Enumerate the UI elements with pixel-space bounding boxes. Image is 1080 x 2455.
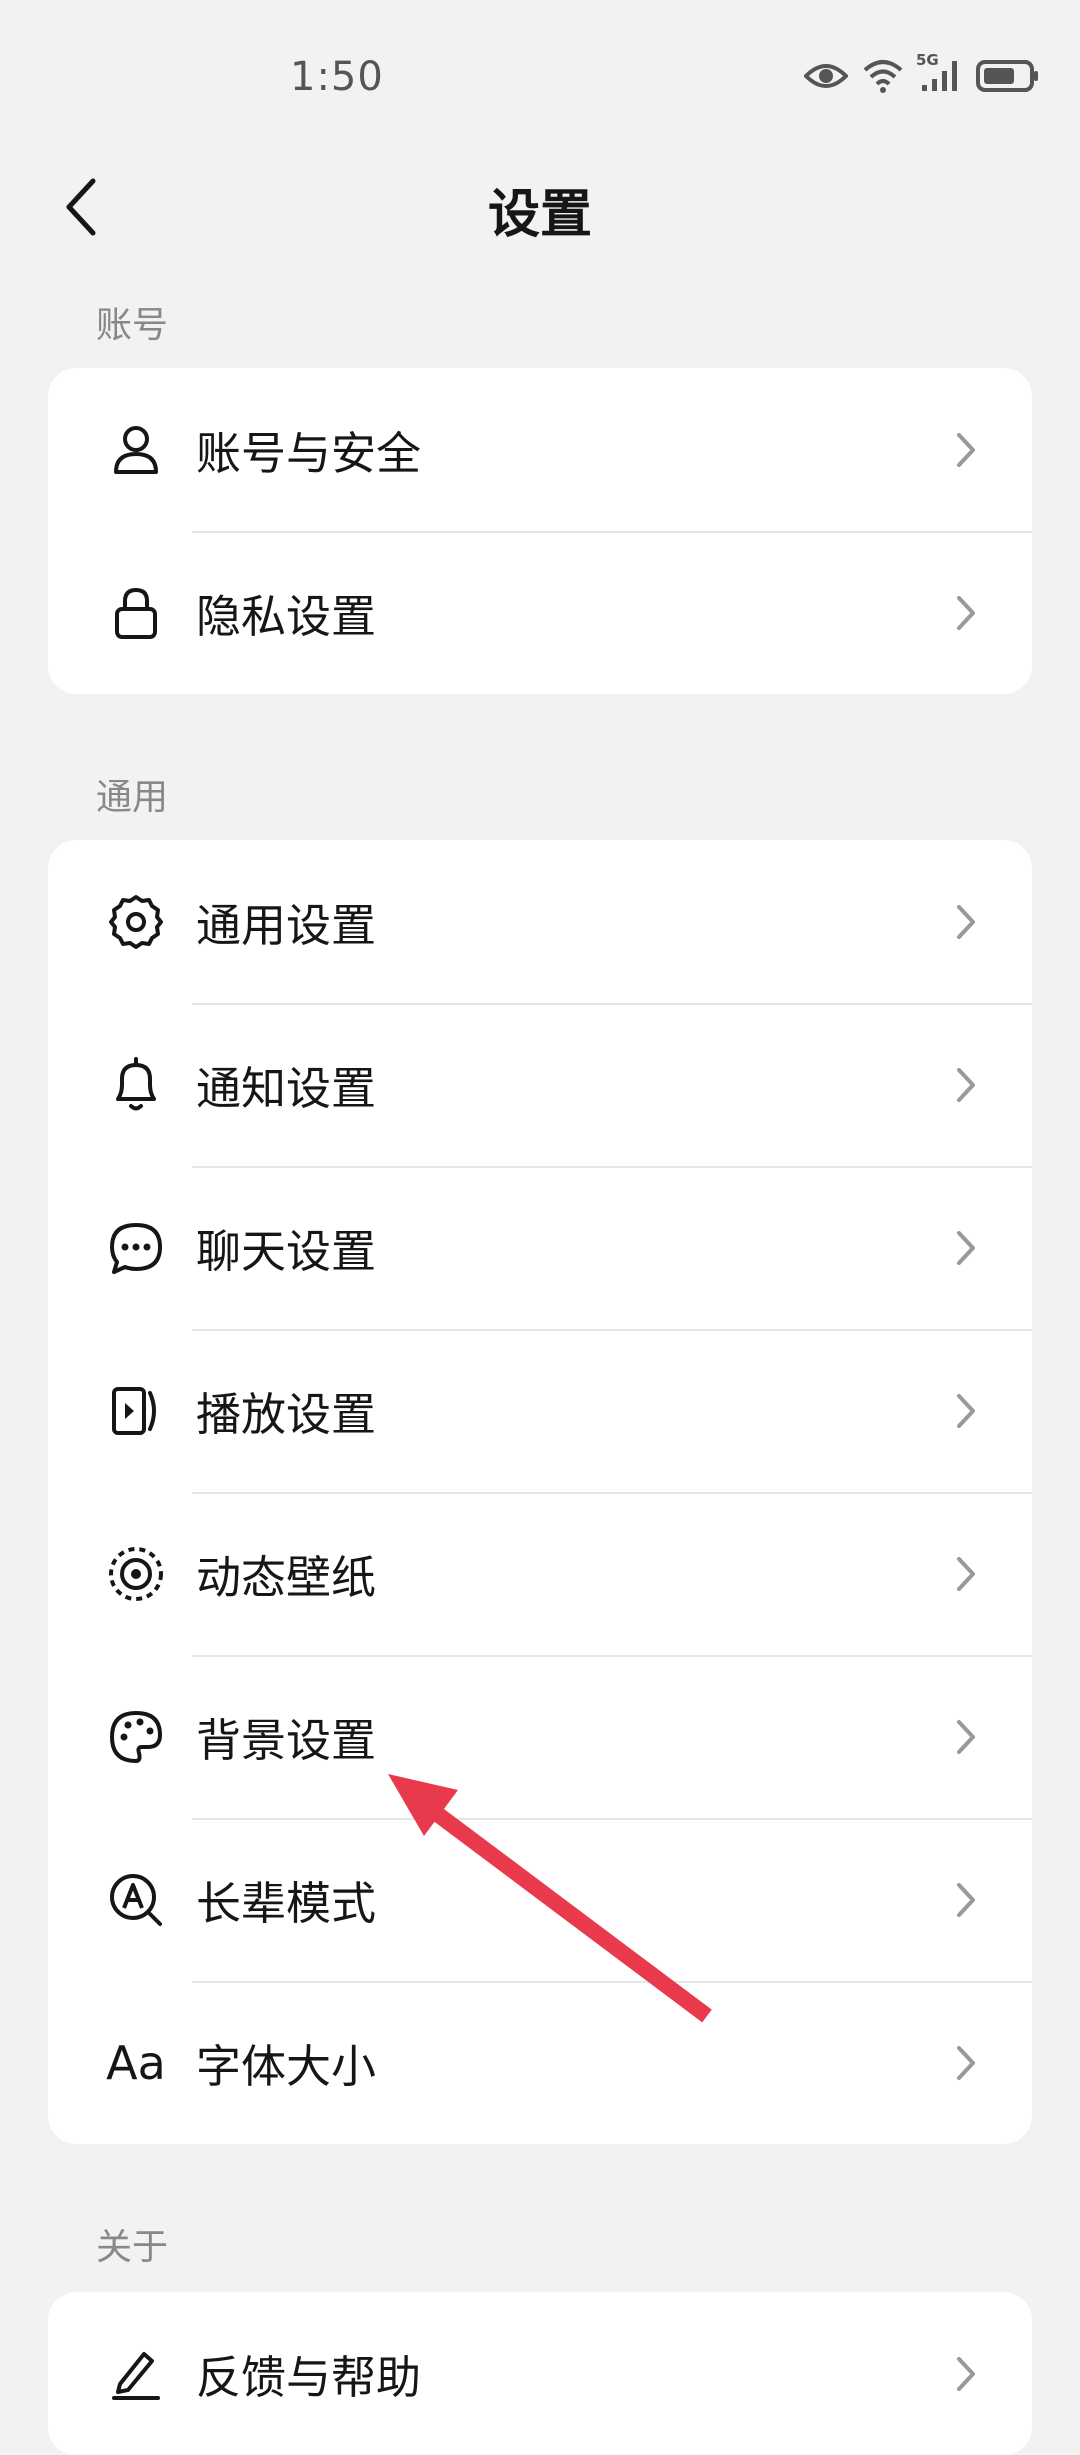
chevron-right-icon [946, 1065, 986, 1105]
settings-row-elder-mode[interactable]: 长辈模式 [48, 1818, 1032, 1981]
eye-icon [803, 60, 849, 96]
account-card: 账号与安全 隐私设置 [48, 368, 1032, 694]
status-time: 1:50 [290, 54, 384, 100]
row-label: 长辈模式 [196, 1877, 377, 1930]
row-label: 账号与安全 [196, 427, 422, 480]
section-label-account: 账号 [96, 305, 169, 346]
nav-bar: 设置 [0, 150, 1080, 260]
chat-icon [96, 1208, 176, 1288]
chevron-right-icon [946, 1880, 986, 1920]
elder-mode-icon [96, 1860, 176, 1940]
settings-row-notification[interactable]: 通知设置 [48, 1003, 1032, 1166]
status-icons: 5G [803, 51, 1040, 98]
chevron-right-icon [946, 593, 986, 633]
settings-row-feedback[interactable]: 反馈与帮助 [48, 2292, 1032, 2455]
settings-row-general[interactable]: 通用设置 [48, 840, 1032, 1003]
lock-icon [96, 573, 176, 653]
settings-row-font-size[interactable]: Aa 字体大小 [48, 1981, 1032, 2144]
wallpaper-icon [96, 1534, 176, 1614]
settings-row-privacy[interactable]: 隐私设置 [48, 531, 1032, 694]
settings-row-account-security[interactable]: 账号与安全 [48, 368, 1032, 531]
bell-icon [96, 1045, 176, 1125]
chevron-right-icon [946, 430, 986, 470]
status-bar: 1:50 5G [0, 0, 1080, 160]
chevron-right-icon [946, 1391, 986, 1431]
back-arrow-icon [66, 178, 96, 236]
about-card: 反馈与帮助 [48, 2292, 1032, 2455]
battery-icon [976, 59, 1040, 97]
row-label: 隐私设置 [196, 590, 377, 643]
settings-row-live-wallpaper[interactable]: 动态壁纸 [48, 1492, 1032, 1655]
palette-icon [96, 1697, 176, 1777]
chevron-right-icon [946, 2043, 986, 2083]
row-label: 通知设置 [196, 1062, 377, 1115]
pen-icon [96, 2334, 176, 2414]
font-size-glyph: Aa [106, 2035, 166, 2090]
row-label: 反馈与帮助 [196, 2351, 422, 2404]
font-size-icon: Aa [96, 2023, 176, 2103]
general-card: 通用设置 通知设置 聊天设置 播放设置 动态壁纸 背景设置 长辈模式 Aa 字体… [48, 840, 1032, 2144]
network-type: 5G [916, 51, 939, 69]
play-icon [96, 1371, 176, 1451]
wifi-icon [862, 58, 904, 98]
row-label: 通用设置 [196, 899, 377, 952]
back-button[interactable] [46, 172, 116, 242]
section-label-about: 关于 [96, 2227, 169, 2268]
chevron-right-icon [946, 1228, 986, 1268]
settings-row-chat[interactable]: 聊天设置 [48, 1166, 1032, 1329]
settings-row-playback[interactable]: 播放设置 [48, 1329, 1032, 1492]
chevron-right-icon [946, 1717, 986, 1757]
chevron-right-icon [946, 902, 986, 942]
signal-icon: 5G [916, 51, 962, 97]
user-icon [96, 410, 176, 490]
section-label-general: 通用 [96, 777, 169, 818]
row-label: 播放设置 [196, 1388, 377, 1441]
row-label: 聊天设置 [196, 1225, 377, 1278]
row-label: 动态壁纸 [196, 1551, 377, 1604]
chevron-right-icon [946, 1554, 986, 1594]
settings-row-background[interactable]: 背景设置 [48, 1655, 1032, 1818]
page-title: 设置 [487, 185, 592, 245]
row-label: 背景设置 [196, 1714, 377, 1767]
gear-icon [96, 882, 176, 962]
row-label: 字体大小 [196, 2040, 377, 2093]
chevron-right-icon [946, 2354, 986, 2394]
